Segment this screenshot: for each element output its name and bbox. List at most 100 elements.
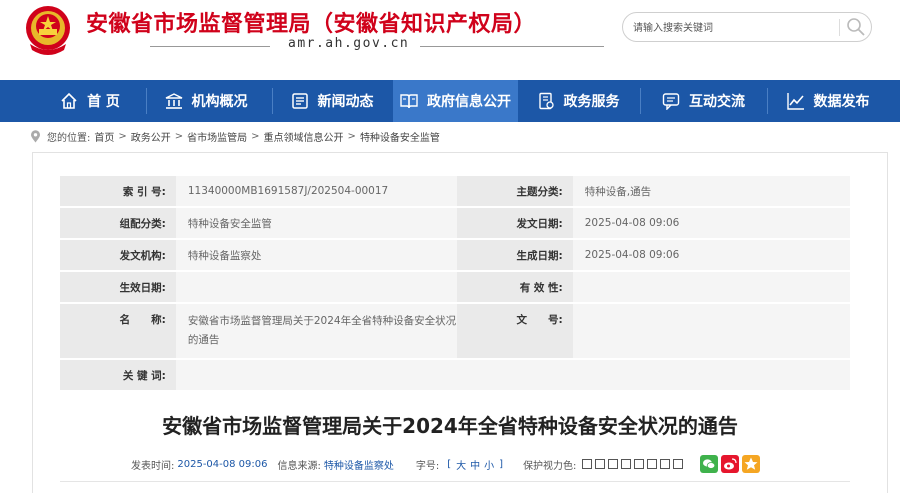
org-category-value: 特种设备安全监管 [175, 207, 457, 240]
generated-date-label: 生成日期: [456, 239, 573, 272]
topic-value: 特种设备,通告 [572, 176, 850, 208]
publish-time-value: 2025-04-08 09:06 [177, 458, 268, 470]
nav-label: 政务服务 [563, 94, 620, 110]
breadcrumb: 您的位置: 首页 > 政务公开 > 省市场监管局 > 重点领域信息公开 > 特种… [30, 129, 440, 144]
nav-label: 机构概况 [191, 94, 248, 110]
source-label: 信息来源: [277, 460, 321, 472]
search-box [622, 12, 872, 42]
breadcrumb-separator: > [347, 131, 356, 142]
nav-item-home[interactable]: 首 页 [40, 80, 140, 122]
org-category-label: 组配分类: [60, 207, 176, 240]
home-icon [61, 92, 77, 109]
breadcrumb-prefix: 您的位置: [47, 133, 91, 144]
nav-item-news[interactable]: 新闻动态 [276, 80, 388, 122]
publish-time-label: 发表时间: [131, 460, 175, 472]
document-meta-table: 索 引 号: 11340000MB1691587J/202504-00017 主… [60, 176, 850, 392]
nav-item-institution[interactable]: 机构概况 [150, 80, 262, 122]
nav-label: 首 页 [87, 94, 120, 110]
nav-label: 数据发布 [813, 94, 870, 110]
search-icon[interactable] [845, 16, 867, 38]
font-size-label: 字号: [415, 460, 440, 472]
color-swatch[interactable] [608, 459, 619, 469]
meta-row: 生效日期: 有 效 性: [60, 271, 850, 304]
nav-separator [146, 88, 147, 114]
index-number-label: 索 引 号: [60, 176, 176, 208]
breadcrumb-link-home[interactable]: 首页 [94, 129, 114, 144]
font-size-bracket-open: [ [447, 458, 452, 470]
breadcrumb-link-bureau[interactable]: 省市场监管局 [187, 129, 247, 144]
breadcrumb-separator: > [118, 131, 127, 142]
nav-item-interaction[interactable]: 互动交流 [646, 80, 761, 122]
service-doc-icon [538, 92, 554, 110]
color-swatch[interactable] [673, 459, 684, 469]
color-swatch[interactable] [647, 459, 658, 469]
doc-name-label: 名 称: [60, 303, 176, 360]
site-header: 安徽省市场监督管理局（安徽省知识产权局） amr.ah.gov.cn [0, 0, 900, 80]
nav-item-data[interactable]: 数据发布 [772, 80, 884, 122]
divider-line [60, 481, 850, 482]
effective-date-label: 生效日期: [60, 271, 176, 304]
source-value: 特种设备监察处 [323, 460, 394, 472]
open-book-icon [400, 94, 418, 109]
effective-date-value [175, 271, 457, 304]
breadcrumb-link-special-equipment[interactable]: 特种设备安全监管 [360, 129, 440, 144]
nav-label: 政府信息公开 [427, 94, 511, 110]
validity-value [572, 271, 850, 304]
font-size-medium-link[interactable]: 中 [470, 457, 480, 472]
search-divider [839, 19, 840, 36]
generated-date-value: 2025-04-08 09:06 [572, 239, 850, 272]
font-size-bracket-close: ] [499, 458, 504, 470]
topic-label: 主题分类: [456, 176, 573, 208]
doc-number-label: 文 号: [456, 303, 573, 360]
breadcrumb-separator: > [251, 131, 260, 142]
nav-label: 新闻动态 [317, 94, 374, 110]
eye-care-swatches [582, 459, 684, 469]
site-title: 安徽省市场监督管理局（安徽省知识产权局） [86, 12, 537, 37]
keywords-value [175, 359, 850, 392]
breadcrumb-link-key-areas[interactable]: 重点领域信息公开 [264, 129, 344, 144]
search-input[interactable] [631, 17, 840, 39]
weibo-icon[interactable] [721, 455, 740, 473]
meta-row: 组配分类: 特种设备安全监管 发文日期: 2025-04-08 09:06 [60, 207, 850, 240]
color-swatch[interactable] [660, 459, 671, 469]
publish-date-value: 2025-04-08 09:06 [572, 207, 850, 240]
validity-label: 有 效 性: [456, 271, 573, 304]
color-swatch[interactable] [582, 459, 593, 469]
font-size-large-link[interactable]: 大 [456, 457, 466, 472]
color-swatch[interactable] [634, 459, 645, 469]
meta-row: 名 称: 安徽省市场监督管理局关于2024年全省特种设备安全状况的通告 文 号: [60, 303, 850, 360]
nav-separator [767, 88, 768, 114]
meta-row: 关 键 词: [60, 359, 850, 392]
nav-separator [640, 88, 641, 114]
issuer-label: 发文机构: [60, 239, 176, 272]
nav-label: 互动交流 [689, 94, 745, 110]
article-title: 安徽省市场监督管理局关于2024年全省特种设备安全状况的通告 [162, 414, 738, 438]
national-emblem-icon [26, 6, 70, 55]
qzone-icon[interactable] [742, 455, 761, 473]
nav-item-gov-info[interactable]: 政府信息公开 [393, 80, 518, 122]
chat-icon [662, 93, 680, 110]
color-swatch[interactable] [621, 459, 632, 469]
publish-date-label: 发文日期: [456, 207, 573, 240]
chart-icon [786, 93, 804, 110]
font-size-small-link[interactable]: 小 [484, 457, 494, 472]
site-domain: amr.ah.gov.cn [282, 36, 416, 51]
keywords-label: 关 键 词: [60, 359, 176, 392]
nav-separator [272, 88, 273, 114]
doc-number-value [572, 303, 850, 360]
domain-divider-right [420, 46, 604, 47]
institution-icon [165, 93, 182, 109]
issuer-value: 特种设备监察处 [175, 239, 457, 272]
wechat-icon[interactable] [700, 455, 719, 473]
eye-care-label: 保护视力色: [523, 460, 577, 472]
nav-item-services[interactable]: 政务服务 [522, 80, 634, 122]
doc-name-value: 安徽省市场监督管理局关于2024年全省特种设备安全状况的通告 [175, 303, 457, 360]
breadcrumb-link-gov-open[interactable]: 政务公开 [131, 129, 171, 144]
color-swatch[interactable] [595, 459, 606, 469]
index-number-value: 11340000MB1691587J/202504-00017 [175, 176, 457, 208]
meta-row: 发文机构: 特种设备监察处 生成日期: 2025-04-08 09:06 [60, 239, 850, 272]
main-nav: 首 页 机构概况 新闻动态 政府信息公开 政务服务 互动交流 数据发布 [0, 80, 900, 122]
news-icon [291, 93, 308, 109]
meta-row: 索 引 号: 11340000MB1691587J/202504-00017 主… [60, 176, 850, 208]
article-info-row: 发表时间: 2025-04-08 09:06 信息来源: 特种设备监察处 字号:… [131, 455, 761, 473]
